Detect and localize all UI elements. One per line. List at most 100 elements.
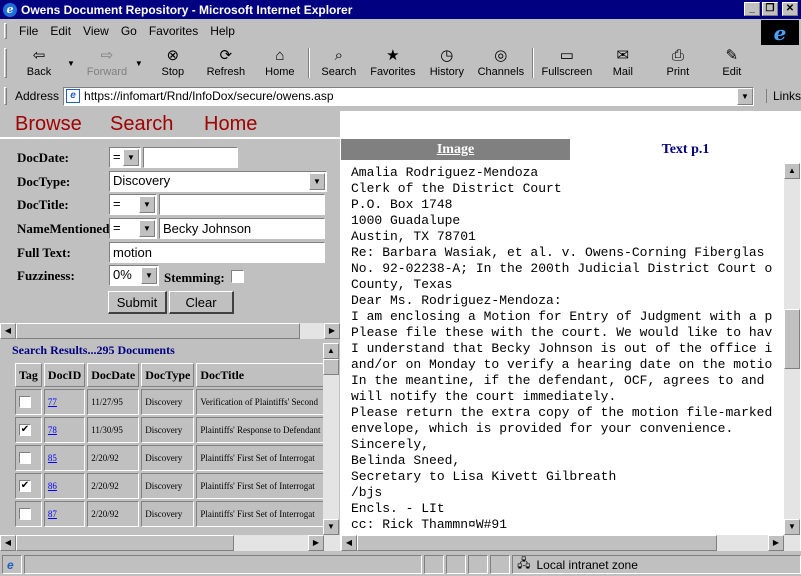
docid-link[interactable]: 78: [48, 425, 57, 435]
doctitle-operator-select[interactable]: = ▼: [109, 194, 157, 215]
chevron-down-icon[interactable]: ▼: [139, 196, 155, 213]
viewer-vertical-scrollbar[interactable]: ▲ ▼: [784, 163, 800, 535]
links-button[interactable]: Links: [765, 89, 801, 103]
scroll-up-icon[interactable]: ▲: [323, 343, 339, 359]
tag-cell: ✔: [15, 473, 42, 499]
address-url[interactable]: https://infomart/Rnd/InfoDox/secure/owen…: [84, 89, 333, 103]
scroll-right-icon[interactable]: ▶: [308, 535, 324, 551]
scroll-right-icon[interactable]: ▶: [324, 323, 340, 339]
document-viewer: Image Text p.1 Amalia Rodriguez-Mendoza C…: [341, 111, 801, 551]
address-input[interactable]: e https://infomart/Rnd/InfoDox/secure/ow…: [63, 86, 754, 106]
maximize-button[interactable]: ❐: [762, 2, 778, 16]
search-button[interactable]: ⌕ Search: [313, 45, 365, 81]
scroll-thumb[interactable]: [323, 359, 339, 375]
menu-edit[interactable]: Edit: [44, 24, 77, 38]
mail-button[interactable]: ✉ Mail: [597, 45, 649, 81]
scroll-left-icon[interactable]: ◀: [0, 323, 16, 339]
menu-go[interactable]: Go: [115, 24, 143, 38]
tag-checkbox[interactable]: [19, 396, 31, 408]
scroll-thumb[interactable]: [784, 309, 800, 369]
back-dropdown-icon[interactable]: ▼: [67, 59, 75, 68]
stop-label: Stop: [161, 66, 185, 78]
forward-button[interactable]: ⇨ Forward: [79, 45, 135, 81]
doctitle-input[interactable]: [159, 194, 325, 215]
viewer-horizontal-scrollbar[interactable]: ◀ ▶: [341, 535, 800, 551]
document-line: Sincerely,: [351, 437, 430, 452]
scroll-down-icon[interactable]: ▼: [323, 519, 339, 535]
namementioned-operator-select[interactable]: = ▼: [109, 218, 157, 239]
tag-checkbox[interactable]: ✔: [19, 480, 31, 492]
column-header-doctitle[interactable]: DocTitle: [196, 363, 323, 387]
menu-file[interactable]: File: [13, 24, 44, 38]
status-panel: [468, 555, 489, 574]
stop-button[interactable]: ⊗ Stop: [149, 45, 197, 81]
ie-app-icon[interactable]: e: [3, 2, 17, 17]
address-dropdown-icon[interactable]: ▼: [736, 87, 753, 105]
docdate-input[interactable]: [143, 147, 238, 168]
edit-label: Edit: [722, 66, 742, 78]
scroll-left-icon[interactable]: ◀: [341, 535, 357, 551]
favorites-button[interactable]: ★ Favorites: [365, 45, 421, 81]
docid-link[interactable]: 86: [48, 481, 57, 491]
form-horizontal-scrollbar[interactable]: ◀ ▶: [0, 323, 340, 339]
menu-grip[interactable]: [4, 23, 7, 39]
tag-checkbox[interactable]: ✔: [19, 424, 31, 436]
docid-link[interactable]: 85: [48, 453, 57, 463]
column-header-docdate[interactable]: DocDate: [87, 363, 140, 387]
chevron-down-icon[interactable]: ▼: [139, 220, 155, 237]
minimize-button[interactable]: _: [744, 2, 760, 16]
scroll-thumb[interactable]: [16, 535, 234, 551]
history-button[interactable]: ◷ History: [421, 45, 473, 81]
chevron-down-icon[interactable]: ▼: [309, 173, 325, 190]
menu-favorites[interactable]: Favorites: [143, 24, 204, 38]
docid-cell: 87: [43, 501, 86, 527]
menu-help[interactable]: Help: [204, 24, 241, 38]
results-vertical-scrollbar[interactable]: ▲ ▼: [323, 343, 339, 535]
edit-button[interactable]: ✎ Edit: [707, 45, 757, 81]
home-button[interactable]: ⌂ Home: [255, 45, 305, 81]
scroll-left-icon[interactable]: ◀: [0, 535, 16, 551]
tag-checkbox[interactable]: [19, 452, 31, 464]
scroll-up-icon[interactable]: ▲: [784, 163, 800, 179]
doctitle-cell: Plaintiffs' First Set of Interrogat: [196, 501, 323, 527]
stemming-checkbox[interactable]: [231, 270, 244, 283]
toolbar-grip[interactable]: [4, 48, 7, 78]
refresh-button[interactable]: ⟳ Refresh: [197, 45, 255, 81]
chevron-down-icon[interactable]: ▼: [123, 149, 139, 166]
docdate-operator-select[interactable]: = ▼: [109, 147, 141, 168]
title-bar[interactable]: e Owens Document Repository - Microsoft …: [0, 0, 801, 19]
column-header-docid[interactable]: DocID: [43, 363, 86, 387]
table-row: 87 2/20/92 Discovery Plaintiffs' First Set …: [15, 501, 323, 527]
forward-dropdown-icon[interactable]: ▼: [135, 59, 143, 68]
back-button[interactable]: ⇦ Back: [11, 45, 67, 81]
docid-link[interactable]: 87: [48, 509, 57, 519]
scroll-down-icon[interactable]: ▼: [784, 519, 800, 535]
tab-image[interactable]: Image: [341, 139, 570, 160]
doctype-select[interactable]: Discovery ▼: [109, 171, 327, 192]
column-header-tag[interactable]: Tag: [15, 363, 42, 387]
fullscreen-button[interactable]: ▭ Fullscreen: [537, 45, 597, 81]
search-link[interactable]: Search: [110, 113, 173, 136]
tag-checkbox[interactable]: [19, 508, 31, 520]
scroll-thumb[interactable]: [357, 535, 717, 551]
fuzziness-select[interactable]: 0% ▼: [109, 265, 159, 286]
home-link[interactable]: Home: [204, 113, 257, 136]
clear-button[interactable]: Clear: [169, 291, 234, 314]
results-horizontal-scrollbar[interactable]: ◀ ▶: [0, 535, 340, 551]
chevron-down-icon[interactable]: ▼: [141, 267, 157, 284]
tab-text[interactable]: Text p.1: [570, 139, 801, 160]
namementioned-input[interactable]: Becky Johnson: [159, 218, 325, 239]
submit-button[interactable]: Submit: [108, 291, 167, 314]
channels-button[interactable]: ◎ Channels: [473, 45, 529, 81]
fulltext-input[interactable]: motion: [109, 242, 325, 263]
scroll-thumb[interactable]: [16, 323, 300, 339]
print-button[interactable]: ⎙ Print: [649, 45, 707, 81]
menu-view[interactable]: View: [77, 24, 115, 38]
close-button[interactable]: ✕: [782, 2, 798, 16]
docid-link[interactable]: 77: [48, 397, 57, 407]
browse-link[interactable]: Browse: [15, 113, 82, 136]
scroll-right-icon[interactable]: ▶: [768, 535, 784, 551]
column-header-doctype[interactable]: DocType: [141, 363, 195, 387]
stop-icon: ⊗: [166, 47, 180, 64]
address-grip[interactable]: [4, 87, 7, 105]
